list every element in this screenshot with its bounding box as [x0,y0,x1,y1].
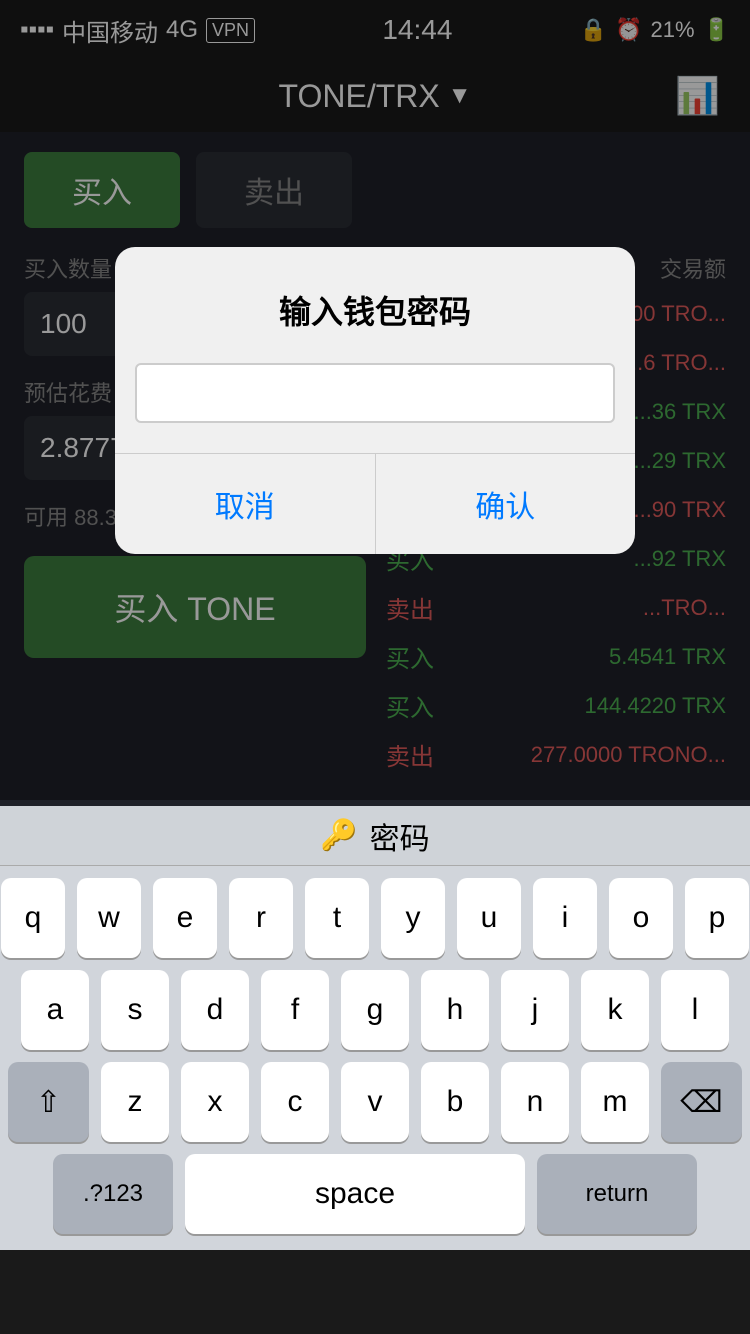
key-b[interactable]: b [421,1062,489,1142]
key-e[interactable]: e [153,878,217,958]
key-y[interactable]: y [381,878,445,958]
keyboard-row-4: .?123 space return [8,1154,742,1234]
password-dialog: 输入钱包密码 取消 确认 [115,247,635,554]
key-icon: 🔑 [320,818,357,853]
key-a[interactable]: a [21,970,89,1050]
key-g[interactable]: g [341,970,409,1050]
key-j[interactable]: j [501,970,569,1050]
key-d[interactable]: d [181,970,249,1050]
key-u[interactable]: u [457,878,521,958]
dialog-overlay: 输入钱包密码 取消 确认 [0,0,750,800]
space-key[interactable]: space [185,1154,525,1234]
key-c[interactable]: c [261,1062,329,1142]
key-m[interactable]: m [581,1062,649,1142]
key-k[interactable]: k [581,970,649,1050]
key-v[interactable]: v [341,1062,409,1142]
keyboard-row-3: ⇧ z x c v b n m ⌫ [8,1062,742,1142]
key-z[interactable]: z [101,1062,169,1142]
key-o[interactable]: o [609,878,673,958]
cancel-button[interactable]: 取消 [115,454,376,554]
return-key[interactable]: return [537,1154,697,1234]
keyboard-rows: q w e r t y u i o p a s d f g h j k l ⇧ … [0,866,750,1250]
key-s[interactable]: s [101,970,169,1050]
num-key[interactable]: .?123 [53,1154,173,1234]
keyboard-top-bar: 🔑 密码 [0,806,750,866]
key-x[interactable]: x [181,1062,249,1142]
key-i[interactable]: i [533,878,597,958]
key-q[interactable]: q [1,878,65,958]
keyboard-row-2: a s d f g h j k l [8,970,742,1050]
key-n[interactable]: n [501,1062,569,1142]
shift-key[interactable]: ⇧ [8,1062,89,1142]
dialog-buttons: 取消 确认 [115,453,635,554]
dialog-title: 输入钱包密码 [115,247,635,363]
keyboard-row-1: q w e r t y u i o p [8,878,742,958]
key-t[interactable]: t [305,878,369,958]
password-input[interactable] [135,363,615,423]
key-h[interactable]: h [421,970,489,1050]
dialog-input-wrap [115,363,635,453]
key-f[interactable]: f [261,970,329,1050]
key-r[interactable]: r [229,878,293,958]
confirm-button[interactable]: 确认 [376,454,636,554]
key-p[interactable]: p [685,878,749,958]
keyboard-top-label: 密码 [370,814,430,858]
key-l[interactable]: l [661,970,729,1050]
keyboard-area: 🔑 密码 q w e r t y u i o p a s d f g h j k… [0,806,750,1250]
key-w[interactable]: w [77,878,141,958]
backspace-key[interactable]: ⌫ [661,1062,742,1142]
